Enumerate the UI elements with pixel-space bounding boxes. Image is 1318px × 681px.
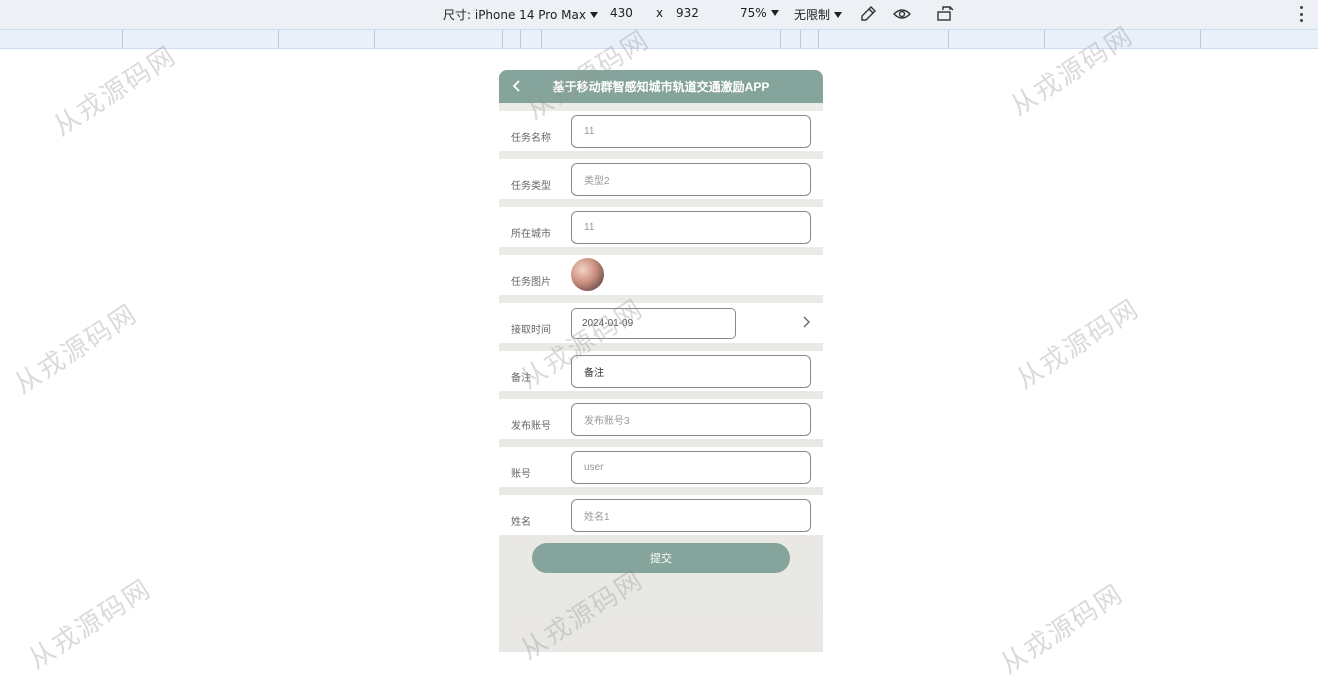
times-label: x: [656, 6, 664, 20]
chevron-down-icon: [770, 10, 779, 16]
name-field[interactable]: 姓名1: [571, 499, 811, 532]
height-value: 932: [676, 6, 699, 20]
accept-time-row: 接取时间 2024-01-09: [499, 303, 823, 343]
remark-field[interactable]: 备注: [571, 355, 811, 388]
city-field[interactable]: 11: [571, 211, 811, 244]
remark-label: 备注: [511, 373, 531, 384]
task-name-field[interactable]: 11: [571, 115, 811, 148]
watermark: 从戎源码网: [23, 573, 158, 676]
watermark: 从戎源码网: [9, 298, 144, 401]
zoom-selector[interactable]: 75%: [740, 6, 779, 20]
task-name-row: 任务名称 11: [499, 111, 823, 151]
accept-time-label: 接取时间: [511, 325, 551, 336]
zoom-value: 75%: [740, 6, 767, 20]
submit-button[interactable]: 提交: [532, 543, 790, 573]
publisher-row: 发布账号 发布账号3: [499, 399, 823, 439]
back-arrow-icon[interactable]: [509, 78, 525, 94]
media-query-ruler: [0, 29, 1318, 49]
app-header: 基于移动群智感知城市轨道交通激励APP: [499, 70, 823, 103]
account-field[interactable]: user: [571, 451, 811, 484]
task-image-row: 任务图片: [499, 255, 823, 295]
task-image-label: 任务图片: [511, 277, 551, 288]
devtools-toolbar: 尺寸: iPhone 14 Pro Max 430 x 932 75% 无限制: [0, 0, 1318, 29]
width-input[interactable]: 430: [610, 6, 633, 20]
eye-icon[interactable]: [892, 4, 912, 24]
remark-row: 备注 备注: [499, 351, 823, 391]
device-viewport: 基于移动群智感知城市轨道交通激励APP 任务名称 11 任务类型 类型2 所在城…: [499, 70, 823, 652]
eyedropper-icon[interactable]: [858, 4, 878, 24]
throttle-selector[interactable]: 无限制: [794, 6, 843, 23]
watermark: 从戎源码网: [1011, 293, 1146, 396]
city-row: 所在城市 11: [499, 207, 823, 247]
device-size-label: 尺寸: iPhone 14 Pro Max: [443, 8, 586, 22]
accept-time-picker[interactable]: 2024-01-09: [571, 308, 736, 339]
throttle-value: 无限制: [794, 8, 831, 22]
more-options-icon[interactable]: [1300, 6, 1304, 22]
device-selector[interactable]: 尺寸: iPhone 14 Pro Max: [443, 6, 598, 23]
name-row: 姓名 姓名1: [499, 495, 823, 535]
task-name-label: 任务名称: [511, 133, 551, 144]
times-sign: x: [656, 6, 663, 20]
chevron-right-icon[interactable]: [799, 315, 813, 329]
watermark: 从戎源码网: [995, 578, 1130, 681]
task-type-field[interactable]: 类型2: [571, 163, 811, 196]
publisher-label: 发布账号: [511, 421, 551, 432]
rotate-icon[interactable]: [935, 4, 955, 24]
chevron-down-icon: [589, 11, 598, 18]
task-image-thumbnail[interactable]: [571, 258, 604, 291]
page-title: 基于移动群智感知城市轨道交通激励APP: [552, 80, 770, 94]
height-input[interactable]: 932: [676, 6, 699, 20]
task-type-label: 任务类型: [511, 181, 551, 192]
publisher-field[interactable]: 发布账号3: [571, 403, 811, 436]
city-label: 所在城市: [511, 229, 551, 240]
account-label: 账号: [511, 469, 531, 480]
chevron-down-icon: [834, 11, 843, 18]
account-row: 账号 user: [499, 447, 823, 487]
watermark: 从戎源码网: [48, 40, 183, 143]
width-value: 430: [610, 6, 633, 20]
name-label: 姓名: [511, 517, 531, 528]
task-type-row: 任务类型 类型2: [499, 159, 823, 199]
